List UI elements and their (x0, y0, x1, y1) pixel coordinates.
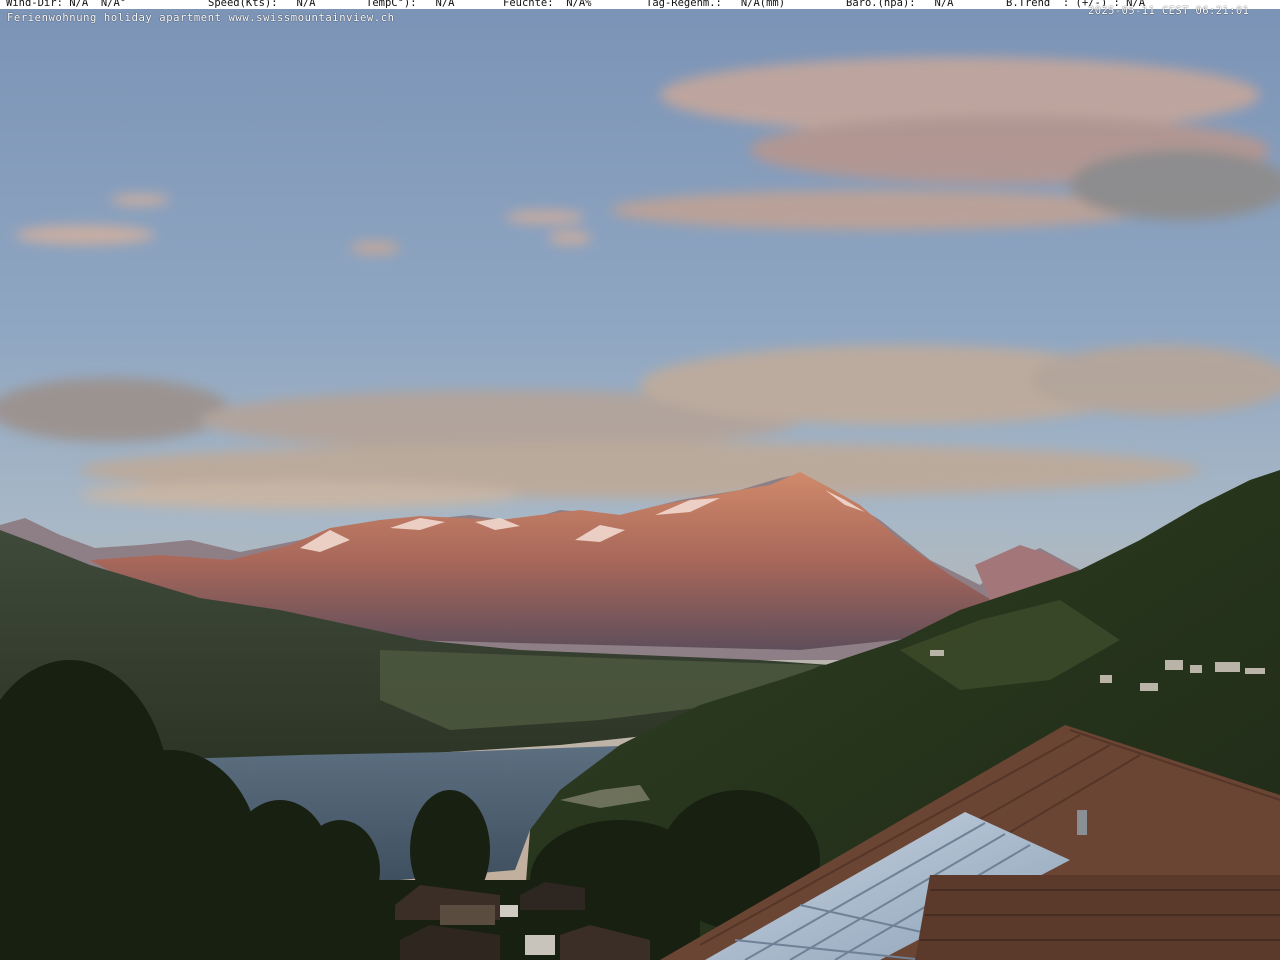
wind-direction-text: Wind-Dir: N/A N/A° (6, 0, 127, 9)
temperature-text: TempC°): N/A (366, 0, 455, 9)
wind-speed-text: Speed(Kts): N/A (208, 0, 316, 9)
chimney (1077, 810, 1087, 835)
webcam-timestamp: 2025-05-11 CEST 06:21:01 (1088, 5, 1250, 17)
humidity-text: Feuchte: N/A% (503, 0, 592, 9)
rainfall-text: Tag-Regenm.: N/A(mm) (646, 0, 786, 9)
lower-roof (915, 875, 1280, 960)
webcam-caption: Ferienwohnung holiday apartment www.swis… (7, 12, 395, 24)
webcam-scene (0, 0, 1280, 960)
barometer-text: Baro.(hpa): N/A (846, 0, 954, 9)
